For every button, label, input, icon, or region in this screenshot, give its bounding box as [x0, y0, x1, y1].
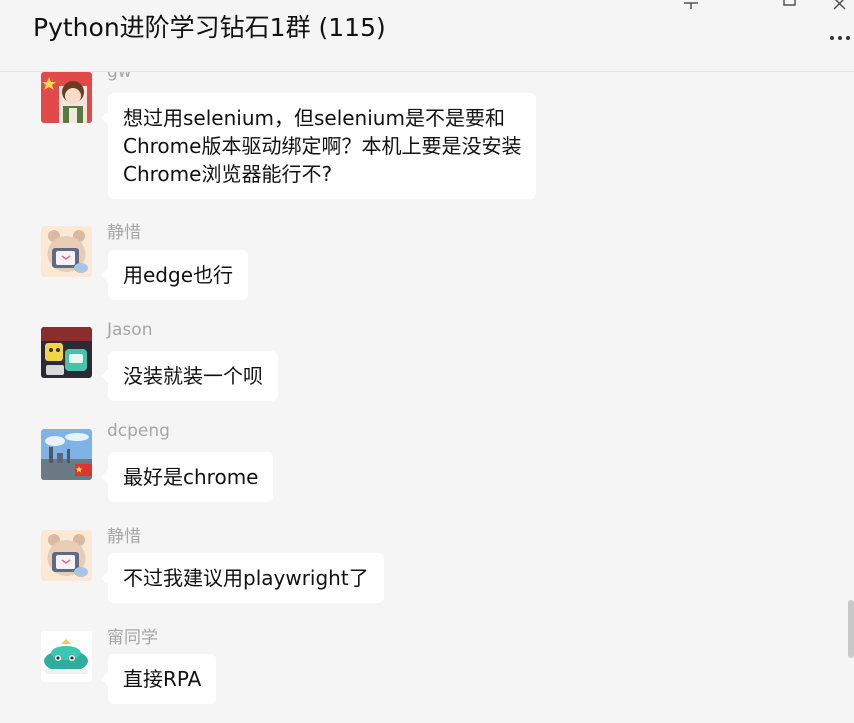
avatar[interactable]	[41, 72, 92, 123]
avatar[interactable]	[41, 327, 92, 378]
scrollbar[interactable]	[848, 600, 854, 658]
message-bubble[interactable]: 想过用selenium，但selenium是不是要和 Chrome版本驱动绑定啊…	[100, 93, 537, 199]
title-bar: Python进阶学习钻石1群 (115)	[0, 0, 854, 72]
avatar[interactable]	[41, 631, 92, 682]
sender-name: 静惜	[107, 223, 141, 243]
message-bubble[interactable]: 用edge也行	[101, 250, 248, 300]
sender-name: gw	[107, 72, 132, 82]
message-bubble[interactable]: 不过我建议用playwright了	[101, 553, 384, 603]
avatar[interactable]	[41, 429, 92, 480]
maximize-icon[interactable]	[779, 0, 801, 10]
message-bubble[interactable]: 没装就装一个呗	[101, 351, 278, 401]
sender-name: dcpeng	[107, 421, 170, 441]
message-bubble[interactable]: 最好是chrome	[100, 452, 274, 502]
chat-window: Python进阶学习钻石1群 (115) gw 想过用selenium，但sel…	[0, 0, 854, 723]
close-icon[interactable]	[829, 0, 851, 10]
message-list[interactable]: gw 想过用selenium，但selenium是不是要和 Chrome版本驱动…	[0, 72, 854, 723]
avatar[interactable]	[41, 226, 92, 277]
avatar[interactable]	[41, 530, 92, 581]
chat-title: Python进阶学习钻石1群 (115)	[33, 13, 386, 42]
pin-icon[interactable]	[680, 0, 702, 10]
message-bubble[interactable]: 直接RPA	[100, 654, 217, 704]
more-icon[interactable]	[826, 29, 854, 47]
sender-name: Jason	[107, 320, 153, 340]
sender-name: 甯同学	[107, 628, 158, 648]
sender-name: 静惜	[107, 527, 141, 547]
